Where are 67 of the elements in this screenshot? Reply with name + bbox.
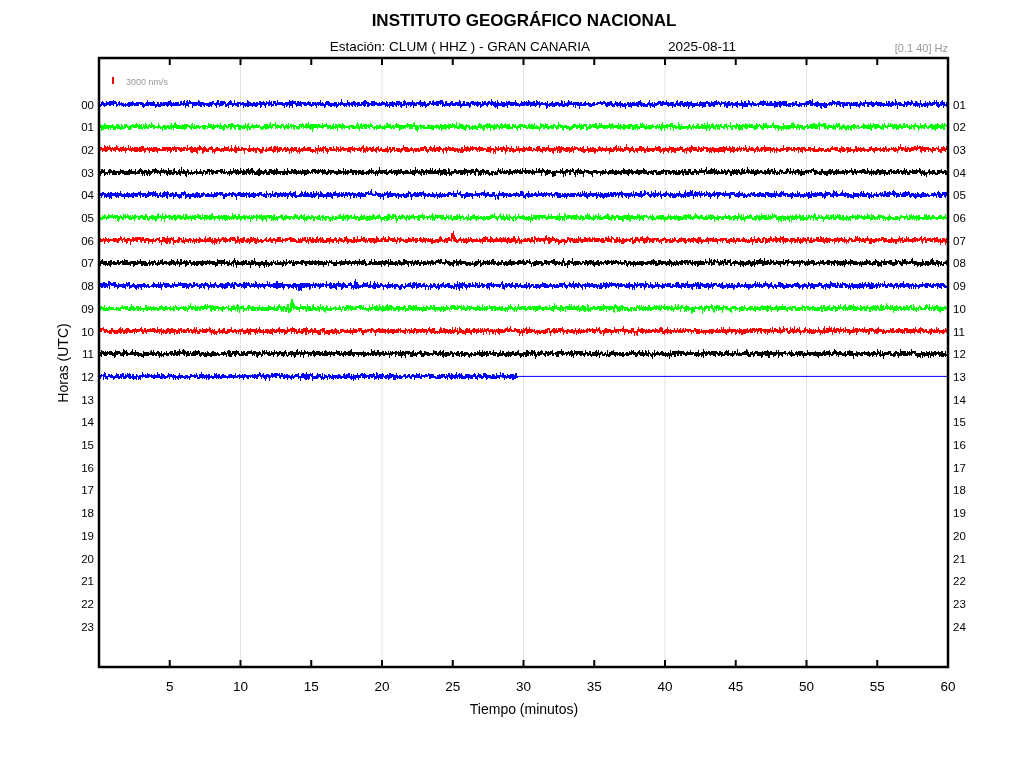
- scale-label: 3000 nm/s: [126, 77, 169, 87]
- hour-label: 08: [953, 257, 966, 270]
- hour-label: 04: [81, 189, 94, 202]
- hour-label: 13: [953, 370, 966, 383]
- hour-label: 21: [81, 575, 94, 588]
- hour-label: 16: [81, 461, 94, 474]
- tick-label: 35: [586, 679, 602, 694]
- hour-label: 15: [953, 416, 966, 429]
- hour-label: 11: [82, 348, 94, 361]
- hour-label: 06: [81, 234, 94, 247]
- hour-label: 23: [953, 597, 966, 610]
- hour-label: 21: [953, 552, 966, 565]
- hour-label: 02: [81, 143, 94, 156]
- axis-title: Tiempo (minutos): [469, 701, 579, 717]
- hour-label: 03: [953, 143, 966, 156]
- hour-label: 12: [953, 348, 966, 361]
- hour-label: 20: [81, 552, 94, 565]
- tick-label: 40: [657, 679, 673, 694]
- date-label: 2025-08-11: [667, 39, 737, 54]
- hour-label: 10: [953, 302, 966, 315]
- hour-label: 11: [953, 325, 965, 338]
- hour-label: 07: [81, 257, 94, 270]
- tick-label: 5: [166, 679, 174, 694]
- hour-label: 22: [953, 575, 966, 588]
- hour-label: 18: [81, 507, 94, 520]
- hour-label: 17: [953, 461, 966, 474]
- hour-label: 14: [953, 393, 966, 406]
- hour-label: 00: [81, 98, 94, 111]
- hour-label: 13: [81, 393, 94, 406]
- hour-label: 17: [81, 484, 94, 497]
- tick-label: 50: [799, 679, 814, 694]
- station-label: Estación: CLUM ( HHZ ) - GRAN CANARIA: [329, 39, 591, 54]
- hour-label: 14: [81, 416, 94, 429]
- hour-label: 08: [81, 280, 94, 293]
- tick-label: 60: [940, 679, 956, 694]
- hour-label: 03: [81, 166, 94, 179]
- hour-label: 05: [81, 212, 94, 224]
- hour-label: 02: [953, 121, 966, 134]
- tick-label: 25: [445, 679, 461, 694]
- hour-label: 06: [953, 212, 966, 224]
- tick-label: 15: [303, 679, 319, 694]
- hour-label: 22: [81, 597, 94, 610]
- tick-label: 20: [374, 679, 390, 694]
- hour-label: 04: [953, 166, 966, 179]
- hour-label: 16: [953, 439, 966, 451]
- hour-label: 18: [953, 484, 966, 497]
- hour-label: 19: [81, 529, 94, 542]
- filter-label: [0.1 40] Hz: [894, 42, 948, 54]
- tick-label: 45: [728, 679, 744, 694]
- hour-label: 05: [953, 189, 966, 202]
- tick-label: 30: [516, 679, 531, 694]
- hour-label: 12: [81, 370, 94, 383]
- hour-label: 23: [81, 620, 94, 633]
- hour-label: 09: [953, 280, 966, 293]
- tick-label: 10: [233, 679, 248, 694]
- hour-label: 01: [81, 121, 94, 134]
- hour-label: 09: [81, 302, 94, 315]
- hour-label: 15: [81, 439, 94, 451]
- chart-title: INSTITUTO GEOGRÁFICO NACIONAL: [371, 11, 677, 30]
- hour-label: 07: [953, 234, 966, 247]
- hour-label: 01: [953, 98, 966, 111]
- hour-label: 20: [953, 529, 966, 542]
- axis-title: Horas (UTC): [55, 323, 71, 403]
- hour-label: 19: [953, 507, 966, 520]
- hour-label: 10: [81, 325, 94, 338]
- tick-label: 55: [869, 679, 885, 694]
- hour-label: 24: [953, 620, 966, 633]
